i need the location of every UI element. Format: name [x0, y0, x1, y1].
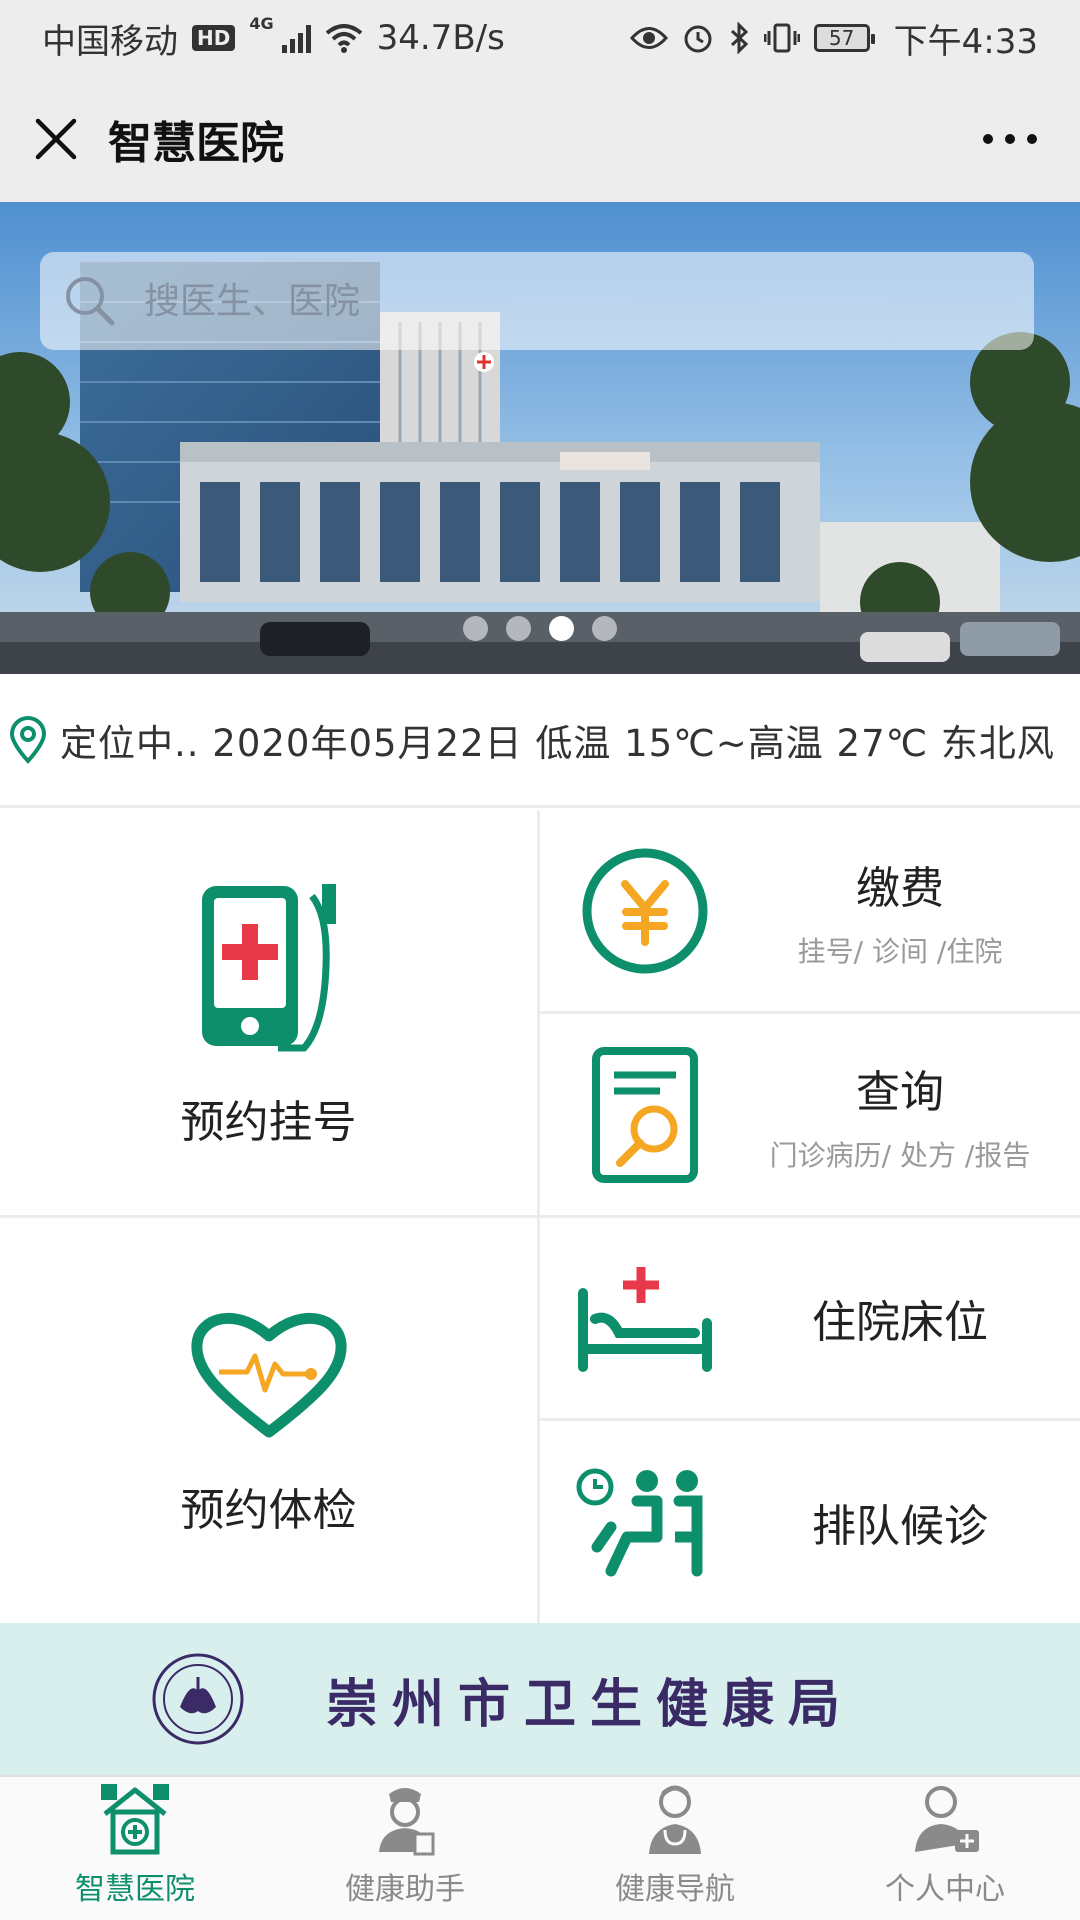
service-grid: 预约挂号 缴费 挂号/ 诊间 /住院 查询 门诊病历/ 处方 /报告 预约体检 …	[0, 811, 1080, 1623]
close-icon	[35, 118, 77, 160]
signal-icon	[281, 23, 311, 53]
tab-label: 个人中心	[885, 1872, 1005, 1907]
carousel-dot[interactable]	[463, 616, 488, 641]
query-subtitle: 门诊病历/ 处方 /报告	[769, 1138, 1031, 1172]
alarm-icon	[684, 25, 712, 53]
phone-medical-icon	[201, 884, 336, 1052]
battery-indicator: 57	[813, 24, 875, 52]
queue-title: 排队候诊	[812, 1501, 988, 1552]
query-title: 查询	[856, 1066, 944, 1118]
grid-divider	[0, 1215, 1080, 1218]
doctor-icon	[649, 1785, 701, 1854]
grid-divider	[540, 1418, 1080, 1421]
carousel-indicator	[0, 616, 1080, 641]
vibrate-icon	[763, 23, 800, 53]
status-right: 57 下午4:33	[629, 14, 1038, 63]
carrier-name: 中国移动	[42, 21, 178, 62]
status-left: 中国移动 HD 4G 34.7B/s	[42, 14, 505, 63]
user-medical-icon	[915, 1786, 979, 1852]
wifi-icon	[325, 24, 362, 53]
close-button[interactable]	[30, 113, 82, 165]
payment-card[interactable]: 缴费 挂号/ 诊间 /住院	[540, 811, 1080, 1011]
checkup-label: 预约体检	[180, 1484, 357, 1536]
network-speed: 34.7B/s	[376, 18, 505, 58]
tab-label: 健康助手	[345, 1872, 465, 1907]
heart-pulse-icon	[190, 1312, 347, 1437]
location-weather-bar: 定位中.. 2020年05月22日 低温 15℃~高温 27℃ 东北风	[0, 674, 1080, 808]
carousel-dot[interactable]	[506, 616, 531, 641]
tab-health-navigation[interactable]: 健康导航	[540, 1777, 810, 1920]
tab-label: 智慧医院	[75, 1872, 195, 1907]
bluetooth-icon	[730, 22, 748, 54]
hospital-bed-icon	[578, 1267, 712, 1372]
bed-card[interactable]: 住院床位	[540, 1218, 1080, 1418]
title-bar: 智慧医院	[0, 76, 1080, 202]
network-type: 4G	[249, 13, 274, 33]
appointment-card[interactable]: 预约挂号	[0, 811, 537, 1215]
checkup-card[interactable]: 预约体检	[0, 1218, 537, 1623]
tab-label: 健康导航	[615, 1872, 735, 1907]
hd-badge: HD	[192, 25, 236, 51]
tab-smart-hospital[interactable]: 智慧医院	[0, 1777, 270, 1920]
hospital-icon	[101, 1784, 169, 1855]
bottom-tab-bar: 智慧医院 健康助手 健康导航 个人中心	[0, 1775, 1080, 1920]
location-weather-text: 定位中.. 2020年05月22日 低温 15℃~高温 27℃ 东北风	[60, 721, 1055, 765]
clock: 下午4:33	[893, 21, 1038, 62]
carousel-dot[interactable]	[592, 616, 617, 641]
eye-icon	[629, 27, 668, 49]
status-bar: 中国移动 HD 4G 34.7B/s 57 下午4:33	[0, 0, 1080, 76]
queue-waiting-icon	[576, 1468, 703, 1577]
more-button[interactable]	[970, 113, 1050, 165]
queue-card[interactable]: 排队候诊	[540, 1421, 1080, 1623]
payment-subtitle: 挂号/ 诊间 /住院	[797, 935, 1003, 968]
grid-divider	[540, 1011, 1080, 1014]
document-search-icon	[592, 1046, 698, 1183]
health-bureau-banner[interactable]: 崇州市卫生健康局	[0, 1623, 1080, 1775]
appointment-label: 预约挂号	[180, 1097, 357, 1148]
bureau-name: 崇州市卫生健康局	[326, 1673, 855, 1735]
tab-personal-center[interactable]: 个人中心	[810, 1777, 1080, 1920]
query-card[interactable]: 查询 门诊病历/ 处方 /报告	[540, 1014, 1080, 1215]
carousel-dot-active[interactable]	[549, 616, 574, 641]
nurse-icon	[379, 1788, 435, 1856]
payment-title: 缴费	[856, 863, 944, 914]
yuan-coin-icon	[582, 848, 708, 974]
search-input[interactable]	[142, 279, 1006, 323]
page-title: 智慧医院	[108, 118, 284, 169]
bed-title: 住院床位	[812, 1297, 988, 1348]
search-icon	[66, 277, 115, 326]
hero-banner[interactable]	[0, 202, 1080, 674]
location-pin-icon	[9, 715, 47, 764]
search-box[interactable]	[40, 252, 1034, 350]
more-icon	[983, 134, 1037, 144]
tab-health-assistant[interactable]: 健康助手	[270, 1777, 540, 1920]
health-bureau-emblem	[152, 1653, 244, 1745]
